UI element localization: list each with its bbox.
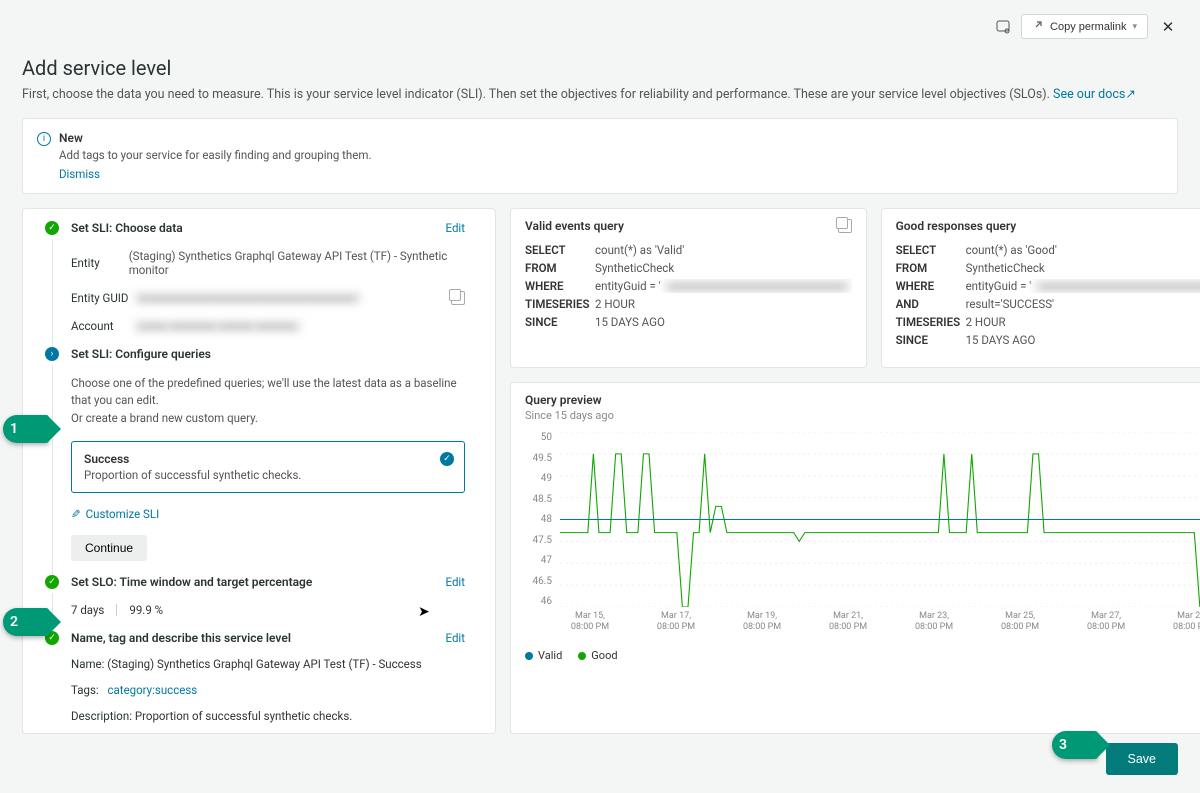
entity-guid-value: xxxxxxxxxxxxxxxxxxxxxxxxxxxxxxxxxxxxxx xyxy=(133,291,362,305)
permalink-icon xyxy=(1032,19,1044,34)
valid-query-box: Valid events query SELECTcount(*) as 'Va… xyxy=(510,208,867,368)
chart-title: Query preview xyxy=(525,393,1200,407)
chevron-down-icon: ▾ xyxy=(1132,21,1137,32)
chart-subtitle: Since 15 days ago xyxy=(525,409,1200,422)
step-slo-title: Set SLO: Time window and target percenta… xyxy=(71,575,312,589)
continue-button[interactable]: Continue xyxy=(71,535,147,561)
banner-dismiss-link[interactable]: Dismiss xyxy=(59,167,100,181)
step-active-icon: › xyxy=(45,347,59,361)
wizard-panel: ✓ Set SLI: Choose data Edit Entity (Stag… xyxy=(22,208,496,734)
annotation-1: 1 xyxy=(3,415,49,443)
selected-check-icon: ✓ xyxy=(440,452,454,466)
docs-link[interactable]: See our docs↗ xyxy=(1053,87,1136,102)
edit-slo-link[interactable]: Edit xyxy=(446,575,465,589)
info-icon: i xyxy=(37,132,51,146)
copy-permalink-button[interactable]: Copy permalink ▾ xyxy=(1021,14,1148,39)
step-check-icon: ✓ xyxy=(45,575,59,589)
slo-target: 99.9 % xyxy=(129,603,163,617)
sl-name-value: (Staging) Synthetics Graphql Gateway API… xyxy=(107,657,421,671)
annotation-2: 2 xyxy=(3,608,49,636)
chart-plot xyxy=(560,432,1200,607)
annotation-3: 3 xyxy=(1052,731,1098,759)
feedback-icon[interactable] xyxy=(995,18,1013,36)
predefined-query-success[interactable]: ✓ Success Proportion of successful synth… xyxy=(71,441,465,493)
external-link-icon: ↗ xyxy=(1125,87,1135,102)
slo-window: 7 days xyxy=(71,603,104,617)
account-value: xxxxx xxxxxxxx xxxxxx xxxxxxx xyxy=(133,319,302,333)
good-query-box: Good responses query SELECTcount(*) as '… xyxy=(881,208,1200,368)
query-card-body: Proportion of successful synthetic check… xyxy=(84,468,452,482)
customize-sli-link[interactable]: Customize SLI xyxy=(71,507,159,521)
step-choose-data-title: Set SLI: Choose data xyxy=(71,221,183,235)
page-title: Add service level xyxy=(22,56,1178,80)
info-banner: i New Add tags to your service for easil… xyxy=(22,118,1178,194)
tag-value-link[interactable]: category:success xyxy=(108,683,198,697)
chart-y-axis: 5049.54948.54847.54746.546 xyxy=(525,432,557,607)
save-button[interactable]: Save xyxy=(1106,743,1179,775)
chart-x-axis: Mar 15,08:00 PMMar 17,08:00 PMMar 19,08:… xyxy=(560,611,1200,639)
sl-description-value: Proportion of successful synthetic check… xyxy=(135,709,352,723)
page-subtitle: First, choose the data you need to measu… xyxy=(22,86,1178,102)
copy-permalink-label: Copy permalink xyxy=(1050,21,1126,33)
banner-title: New xyxy=(59,131,83,145)
query-card-title: Success xyxy=(84,452,129,466)
copy-valid-query-icon[interactable] xyxy=(838,219,852,233)
close-button[interactable]: ✕ xyxy=(1156,15,1180,39)
step-check-icon: ✓ xyxy=(45,221,59,235)
edit-choose-data-link[interactable]: Edit xyxy=(446,221,465,235)
banner-body: Add tags to your service for easily find… xyxy=(59,148,371,162)
chart-legend: ValidGood xyxy=(525,649,1200,662)
step-name-title: Name, tag and describe this service leve… xyxy=(71,631,291,645)
copy-guid-icon[interactable] xyxy=(451,291,465,305)
entity-value: (Staging) Synthetics Graphql Gateway API… xyxy=(129,249,465,277)
chart-panel: Query preview Since 15 days ago ••• 5049… xyxy=(510,382,1200,734)
edit-name-link[interactable]: Edit xyxy=(446,631,465,645)
step-configure-title: Set SLI: Configure queries xyxy=(71,347,211,361)
customize-icon xyxy=(71,507,81,521)
